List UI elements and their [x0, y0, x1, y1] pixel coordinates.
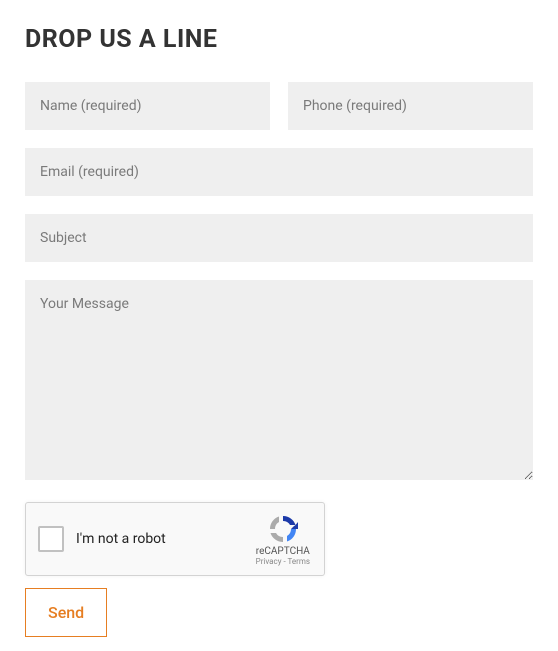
page-title: DROP US A LINE	[25, 25, 533, 54]
recaptcha-checkbox[interactable]	[38, 526, 64, 552]
phone-field[interactable]	[288, 82, 533, 130]
message-field[interactable]	[25, 280, 533, 480]
recaptcha-brand-text: reCAPTCHA	[256, 546, 310, 557]
send-button[interactable]: Send	[25, 588, 107, 637]
recaptcha-terms-link[interactable]: Privacy - Terms	[256, 557, 310, 566]
subject-field[interactable]	[25, 214, 533, 262]
recaptcha-branding: reCAPTCHA Privacy - Terms	[256, 513, 312, 566]
contact-form: I'm not a robot reCAPTCHA Privacy - Term…	[25, 82, 533, 637]
recaptcha-label: I'm not a robot	[76, 531, 256, 547]
name-field[interactable]	[25, 82, 270, 130]
recaptcha-icon	[267, 513, 299, 545]
recaptcha-widget: I'm not a robot reCAPTCHA Privacy - Term…	[25, 502, 325, 576]
email-field[interactable]	[25, 148, 533, 196]
